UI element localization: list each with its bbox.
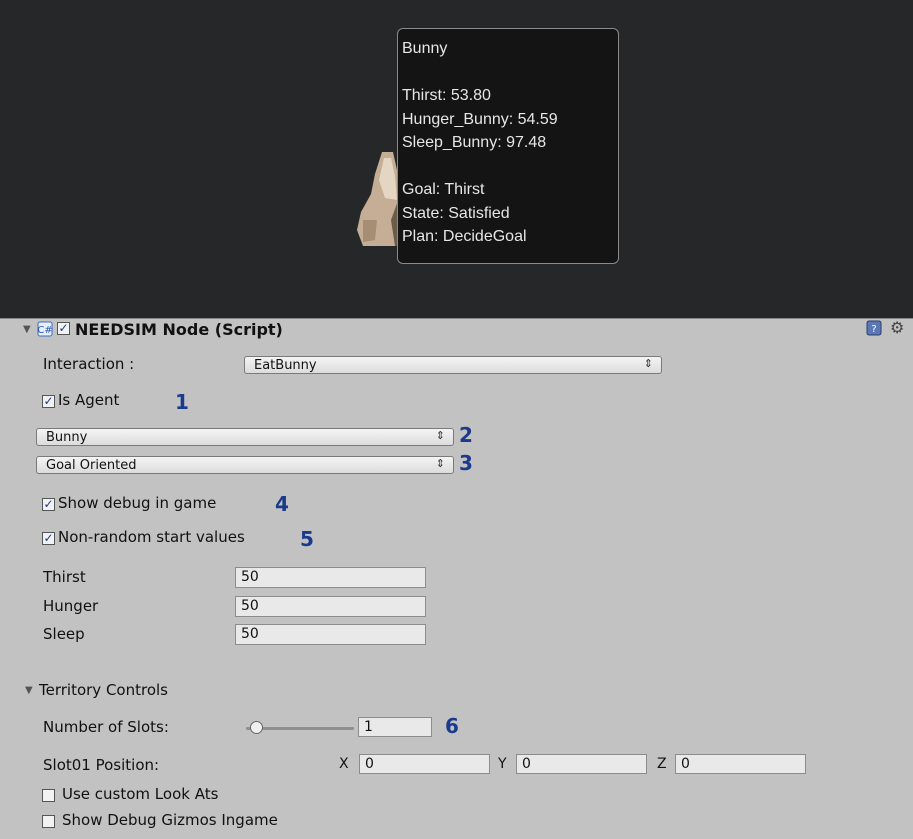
territory-header: Territory Controls	[39, 681, 168, 699]
slots-label: Number of Slots:	[43, 718, 169, 736]
svg-text:?: ?	[871, 324, 876, 335]
custom-look-label: Use custom Look Ats	[62, 785, 219, 803]
agent-state: State: Satisfied	[402, 204, 510, 222]
gear-icon[interactable]: ⚙	[890, 318, 904, 337]
x-axis-label: X	[339, 756, 349, 772]
annotation-4: 4	[275, 492, 289, 516]
slot-y-field[interactable]: 0	[516, 754, 647, 774]
gizmos-checkbox[interactable]	[42, 815, 55, 828]
dropdown-arrows-icon: ⇕	[435, 457, 445, 470]
y-axis-label: Y	[498, 756, 507, 772]
slots-value-field[interactable]: 1	[358, 717, 432, 737]
game-view: Bunny Thirst: 53.80 Hunger_Bunny: 54.59 …	[0, 0, 913, 318]
species-value: Bunny	[46, 430, 88, 445]
annotation-6: 6	[445, 714, 459, 738]
territory-foldout-icon[interactable]: ▼	[25, 685, 33, 696]
need-hunger-value: Hunger_Bunny: 54.59	[402, 110, 558, 128]
slot-x-field[interactable]: 0	[359, 754, 490, 774]
custom-look-checkbox[interactable]	[42, 789, 55, 802]
svg-text:C#: C#	[37, 325, 52, 336]
annotation-2: 2	[459, 423, 473, 447]
component-foldout-icon[interactable]: ▼	[23, 324, 31, 335]
need-label-hunger: Hunger	[43, 597, 99, 615]
annotation-1: 1	[175, 390, 189, 414]
need-label-sleep: Sleep	[43, 625, 85, 643]
species-dropdown[interactable]: Bunny ⇕	[36, 428, 454, 446]
gizmos-label: Show Debug Gizmos Ingame	[62, 811, 278, 829]
show-debug-checkbox[interactable]: ✓	[42, 498, 55, 511]
agent-name: Bunny	[402, 40, 448, 57]
need-label-thirst: Thirst	[43, 568, 86, 586]
slot-z-field[interactable]: 0	[675, 754, 806, 774]
component-title: NEEDSIM Node (Script)	[75, 320, 283, 339]
need-thirst-value: Thirst: 53.80	[402, 87, 491, 104]
is-agent-checkbox[interactable]: ✓	[42, 395, 55, 408]
csharp-script-icon: C#	[37, 321, 53, 337]
interaction-dropdown[interactable]: EatBunny ⇕	[244, 356, 662, 374]
help-book-icon[interactable]: ?	[866, 320, 882, 336]
agent-goal: Goal: Thirst	[402, 181, 485, 198]
agent-plan: Plan: DecideGoal	[402, 228, 527, 245]
annotation-5: 5	[300, 527, 314, 551]
behavior-dropdown[interactable]: Goal Oriented ⇕	[36, 456, 454, 474]
slots-slider-thumb[interactable]	[250, 721, 263, 734]
is-agent-label: Is Agent	[58, 391, 120, 409]
thirst-start-field[interactable]: 50	[235, 567, 426, 588]
dropdown-arrows-icon: ⇕	[435, 429, 445, 442]
slot-position-label: Slot01 Position:	[43, 756, 160, 774]
interaction-value: EatBunny	[254, 358, 317, 373]
z-axis-label: Z	[657, 756, 667, 772]
annotation-3: 3	[459, 451, 473, 475]
need-sleep-value: Sleep_Bunny: 97.48	[402, 134, 547, 151]
interaction-label: Interaction :	[43, 355, 135, 373]
non-random-label: Non-random start values	[58, 528, 245, 546]
behavior-value: Goal Oriented	[46, 458, 137, 473]
component-enabled-checkbox[interactable]: ✓	[57, 322, 70, 335]
non-random-checkbox[interactable]: ✓	[42, 532, 55, 545]
hunger-start-field[interactable]: 50	[235, 596, 426, 617]
show-debug-label: Show debug in game	[58, 494, 217, 512]
dropdown-arrows-icon: ⇕	[643, 357, 653, 370]
agent-debug-tooltip: Bunny Thirst: 53.80 Hunger_Bunny: 54.59 …	[397, 28, 619, 264]
sleep-start-field[interactable]: 50	[235, 624, 426, 645]
